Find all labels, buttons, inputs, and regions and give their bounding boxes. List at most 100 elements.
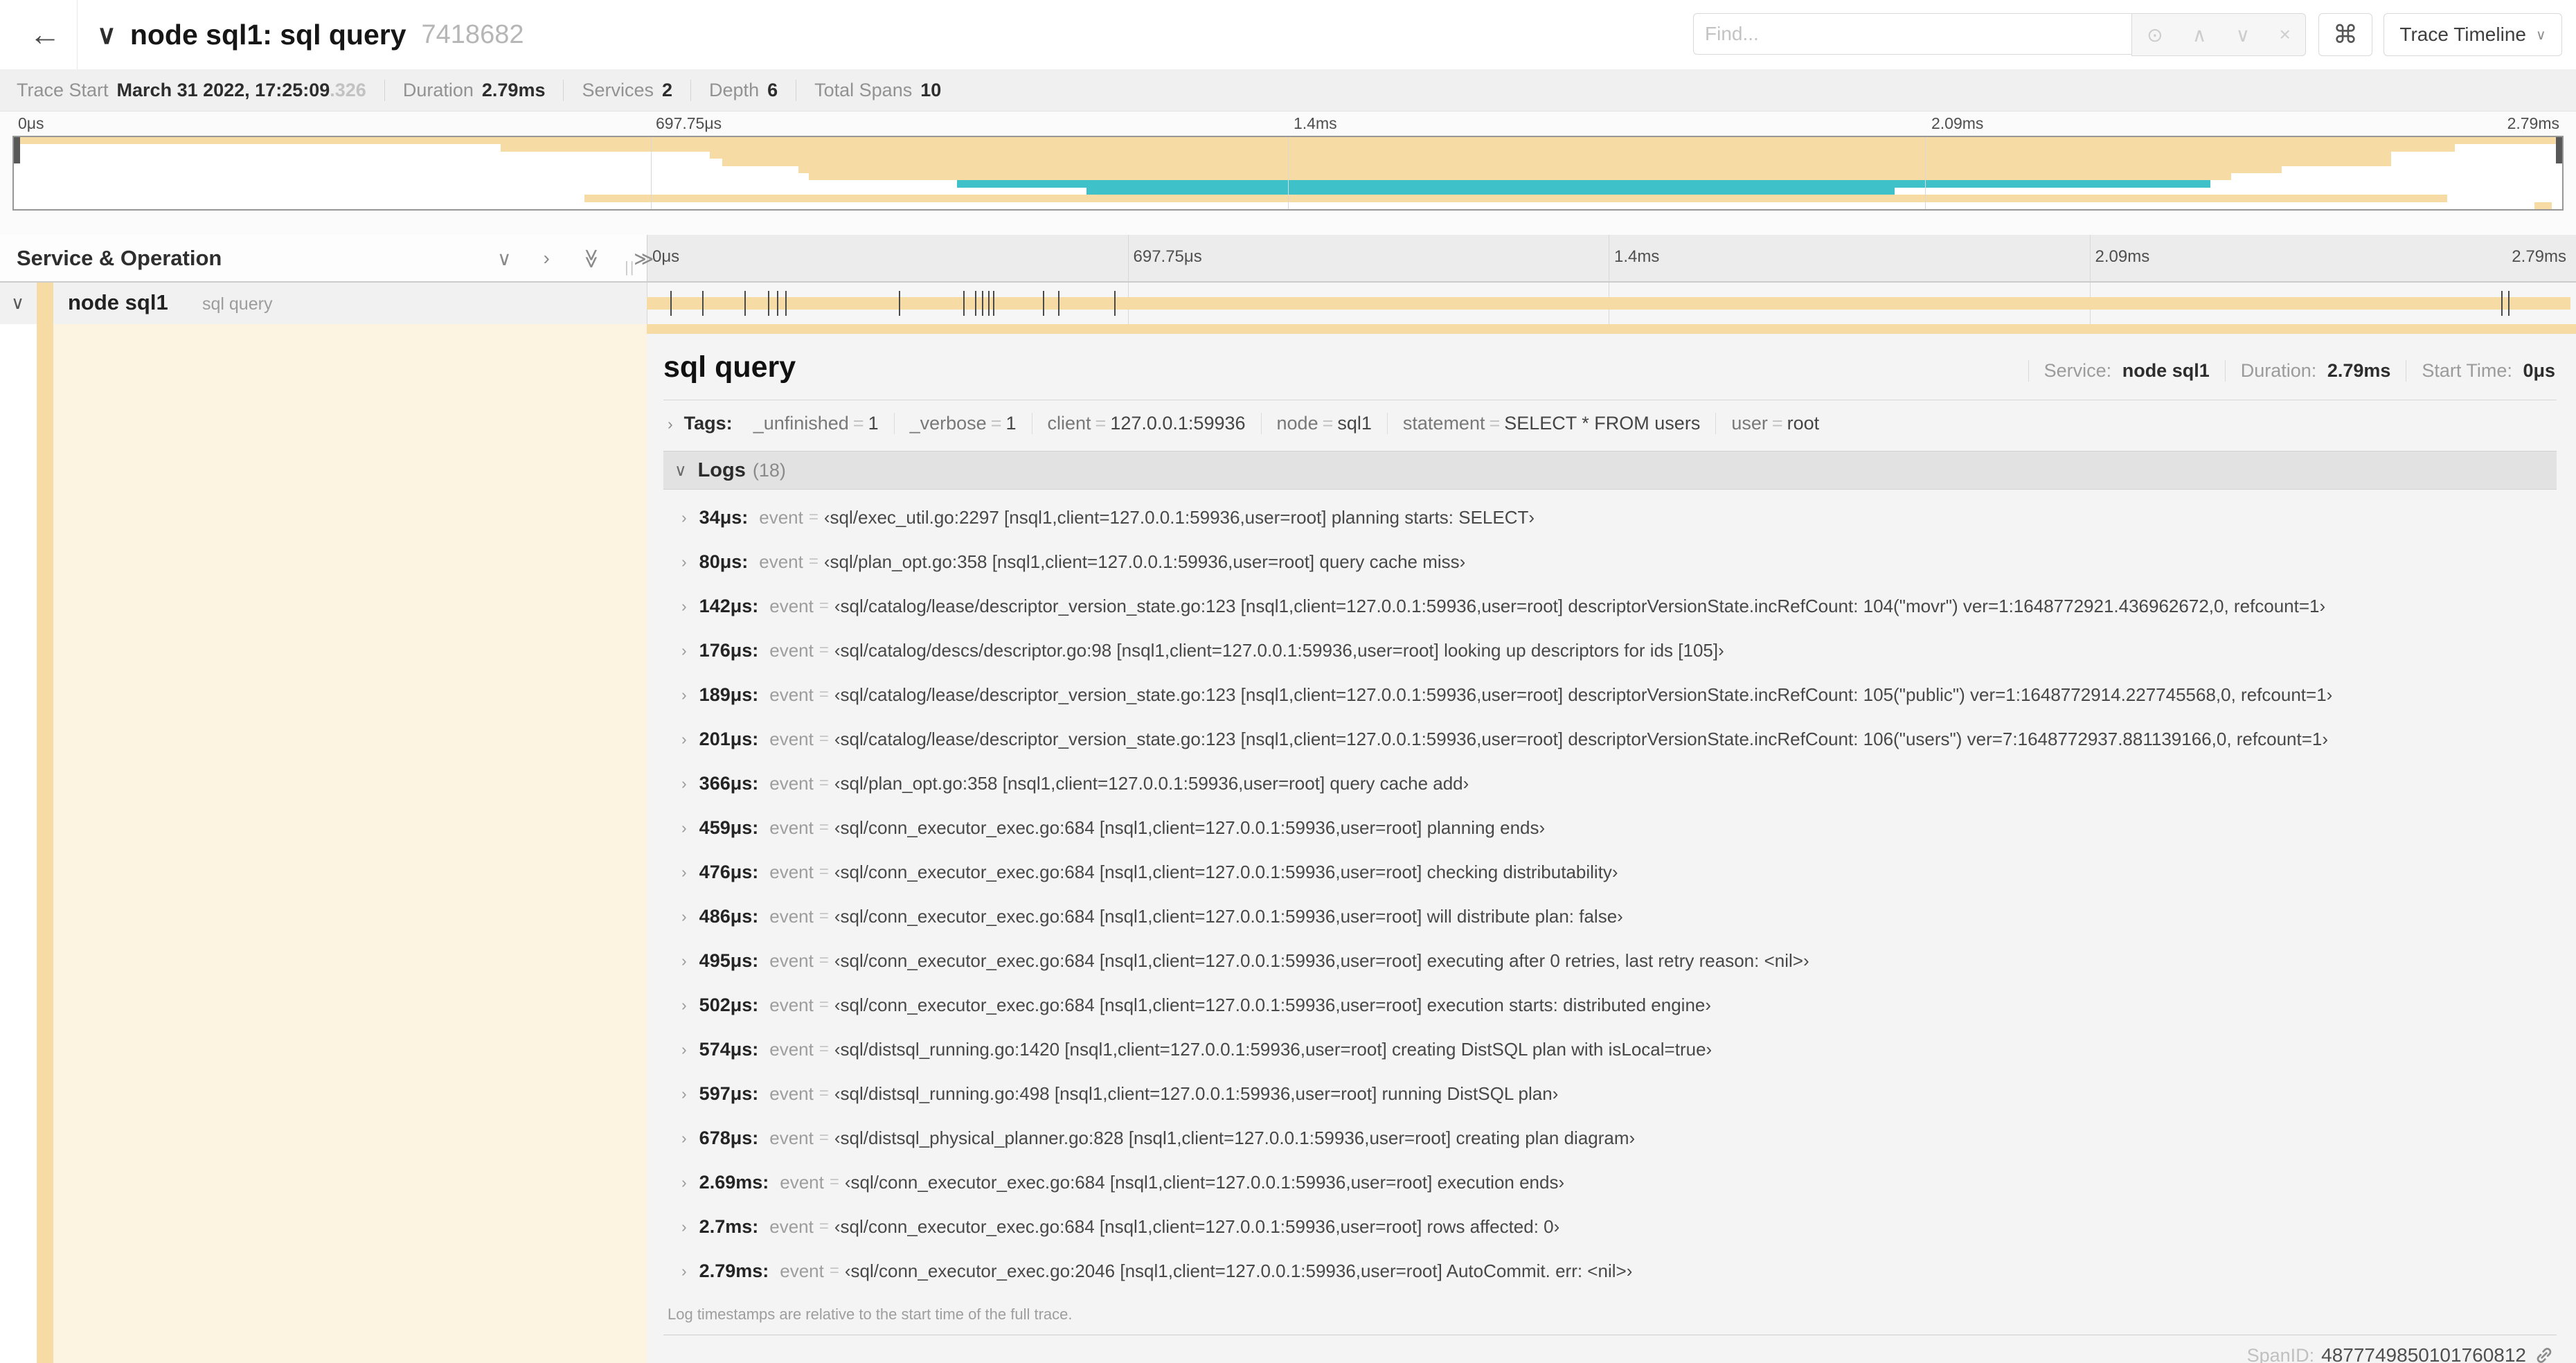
tag-key: statement: [1402, 413, 1485, 434]
expand-log-icon[interactable]: ›: [681, 1218, 687, 1236]
expand-log-icon[interactable]: ›: [681, 508, 687, 527]
log-row[interactable]: › 34μs: event = ‹sql/exec_util.go:2297 […: [663, 495, 2557, 540]
expand-log-icon[interactable]: ›: [681, 774, 687, 793]
logs-section: ∨ Logs (18) › 34μs: event = ‹sql/exec_ut…: [663, 451, 2557, 1335]
page-title: node sql1: sql query: [129, 18, 406, 51]
tag-item: _verbose = 1: [893, 413, 1032, 434]
log-row[interactable]: › 201μs: event = ‹sql/catalog/lease/desc…: [663, 717, 2557, 761]
equals-sign: =: [1771, 413, 1783, 434]
expand-log-icon[interactable]: ›: [681, 686, 687, 704]
expand-log-icon[interactable]: ›: [681, 597, 687, 616]
equals-sign: =: [819, 596, 829, 615]
log-row[interactable]: › 476μs: event = ‹sql/conn_executor_exec…: [663, 850, 2557, 894]
log-row[interactable]: › 142μs: event = ‹sql/catalog/lease/desc…: [663, 584, 2557, 628]
equals-sign: =: [1095, 413, 1107, 434]
minimap-span-bar: [1086, 187, 1895, 195]
expand-log-icon[interactable]: ›: [681, 1129, 687, 1148]
expand-tags-icon[interactable]: ›: [668, 415, 673, 434]
equals-sign: =: [829, 1173, 839, 1191]
log-row[interactable]: › 2.69ms: event = ‹sql/conn_executor_exe…: [663, 1160, 2557, 1204]
log-timestamp: 495μs:: [699, 950, 759, 971]
collapse-all-icon[interactable]: ≫: [580, 249, 603, 269]
log-row[interactable]: › 366μs: event = ‹sql/plan_opt.go:358 [n…: [663, 761, 2557, 805]
expand-log-icon[interactable]: ›: [681, 863, 687, 882]
match-locate-icon[interactable]: ⊙: [2147, 24, 2163, 46]
log-row[interactable]: › 678μs: event = ‹sql/distsql_physical_p…: [663, 1116, 2557, 1160]
trace-stat: Duration 2.79ms: [403, 79, 564, 101]
meta-value: 0μs: [2523, 360, 2555, 381]
expand-log-icon[interactable]: ›: [681, 907, 687, 926]
trace-view-selector[interactable]: Trace Timeline ∨: [2383, 13, 2562, 56]
keyboard-shortcuts-button[interactable]: ⌘: [2318, 13, 2372, 56]
log-field-value: ‹sql/distsql_running.go:1420 [nsql1,clie…: [834, 1038, 1712, 1060]
deep-link-icon[interactable]: [2533, 1344, 2555, 1363]
log-row[interactable]: › 80μs: event = ‹sql/plan_opt.go:358 [ns…: [663, 540, 2557, 584]
expand-log-icon[interactable]: ›: [681, 1085, 687, 1103]
minimap-span-bar: [709, 151, 2392, 159]
log-row[interactable]: › 189μs: event = ‹sql/catalog/lease/desc…: [663, 672, 2557, 717]
column-resize-grip[interactable]: ||: [625, 258, 635, 276]
log-rows: › 34μs: event = ‹sql/exec_util.go:2297 […: [663, 490, 2557, 1293]
expand-log-icon[interactable]: ›: [681, 952, 687, 970]
log-field-value: ‹sql/conn_executor_exec.go:684 [nsql1,cl…: [834, 817, 1546, 838]
equals-sign: =: [819, 774, 829, 792]
next-result-icon[interactable]: ∨: [2236, 24, 2251, 46]
collapse-trace-icon[interactable]: ∨: [97, 19, 116, 51]
span-row[interactable]: ∨ node sql1 sql query: [0, 283, 2576, 324]
log-field-value: ‹sql/plan_opt.go:358 [nsql1,client=127.0…: [823, 551, 1466, 572]
expand-one-icon[interactable]: ›: [544, 247, 550, 270]
tags-row[interactable]: › Tags: _unfinished = 1 _verbose = 1 cli…: [663, 413, 2557, 434]
trace-stat: Depth 6: [709, 79, 797, 101]
log-row[interactable]: › 176μs: event = ‹sql/catalog/descs/desc…: [663, 628, 2557, 672]
log-row[interactable]: › 459μs: event = ‹sql/conn_executor_exec…: [663, 805, 2557, 850]
expand-log-icon[interactable]: ›: [681, 819, 687, 837]
expand-log-icon[interactable]: ›: [681, 1262, 687, 1281]
log-field-key: event: [769, 1038, 814, 1060]
expand-log-icon[interactable]: ›: [681, 1173, 687, 1192]
log-row[interactable]: › 495μs: event = ‹sql/conn_executor_exec…: [663, 938, 2557, 983]
minimap-left-scrubber[interactable]: [14, 137, 20, 163]
log-tick-mark: [1114, 291, 1116, 316]
log-row[interactable]: › 597μs: event = ‹sql/distsql_running.go…: [663, 1071, 2557, 1116]
minimap-canvas[interactable]: [12, 136, 2564, 211]
expand-log-icon[interactable]: ›: [681, 996, 687, 1015]
log-timestamp: 366μs:: [699, 772, 759, 794]
back-button[interactable]: ←: [21, 10, 69, 58]
chevron-down-icon: ∨: [2535, 27, 2546, 43]
equals-sign: =: [819, 685, 829, 704]
log-field-key: event: [780, 1171, 824, 1193]
prev-result-icon[interactable]: ∧: [2192, 24, 2207, 46]
log-row[interactable]: › 2.7ms: event = ‹sql/conn_executor_exec…: [663, 1204, 2557, 1249]
expand-log-icon[interactable]: ›: [681, 553, 687, 571]
minimap-right-scrubber[interactable]: [2556, 137, 2562, 163]
log-field-key: event: [769, 728, 814, 749]
log-field-value: ‹sql/catalog/lease/descriptor_version_st…: [834, 595, 2326, 616]
minimap-span-bar: [956, 180, 2211, 188]
tag-value: sql1: [1337, 413, 1372, 434]
log-field-key: event: [759, 506, 803, 528]
log-row[interactable]: › 486μs: event = ‹sql/conn_executor_exec…: [663, 894, 2557, 938]
equals-sign: =: [1489, 413, 1501, 434]
expand-log-icon[interactable]: ›: [681, 641, 687, 660]
log-tick-mark: [2501, 291, 2503, 316]
minimap-span-bar: [584, 195, 2448, 202]
clear-search-icon[interactable]: ×: [2279, 24, 2290, 46]
log-timestamp: 176μs:: [699, 639, 759, 661]
collapse-logs-icon[interactable]: ∨: [674, 461, 687, 481]
find-input[interactable]: [1693, 13, 2131, 55]
trace-info-bar: Trace Start March 31 2022, 17:25:09 .326…: [0, 69, 2576, 112]
expand-log-icon[interactable]: ›: [681, 1040, 687, 1059]
log-timestamp: 574μs:: [699, 1038, 759, 1060]
collapse-one-icon[interactable]: ∨: [497, 247, 512, 270]
log-row[interactable]: › 574μs: event = ‹sql/distsql_running.go…: [663, 1027, 2557, 1071]
logs-header[interactable]: ∨ Logs (18): [663, 452, 2557, 490]
stat-label: Trace Start: [17, 79, 109, 100]
log-field-key: event: [769, 905, 814, 927]
equals-sign: =: [819, 729, 829, 748]
log-tick-mark: [1058, 291, 1060, 316]
log-row[interactable]: › 2.79ms: event = ‹sql/conn_executor_exe…: [663, 1249, 2557, 1293]
log-row[interactable]: › 502μs: event = ‹sql/conn_executor_exec…: [663, 983, 2557, 1027]
collapse-children-icon[interactable]: ∨: [11, 292, 24, 314]
log-field-value: ‹sql/conn_executor_exec.go:684 [nsql1,cl…: [834, 950, 1809, 971]
expand-log-icon[interactable]: ›: [681, 730, 687, 749]
